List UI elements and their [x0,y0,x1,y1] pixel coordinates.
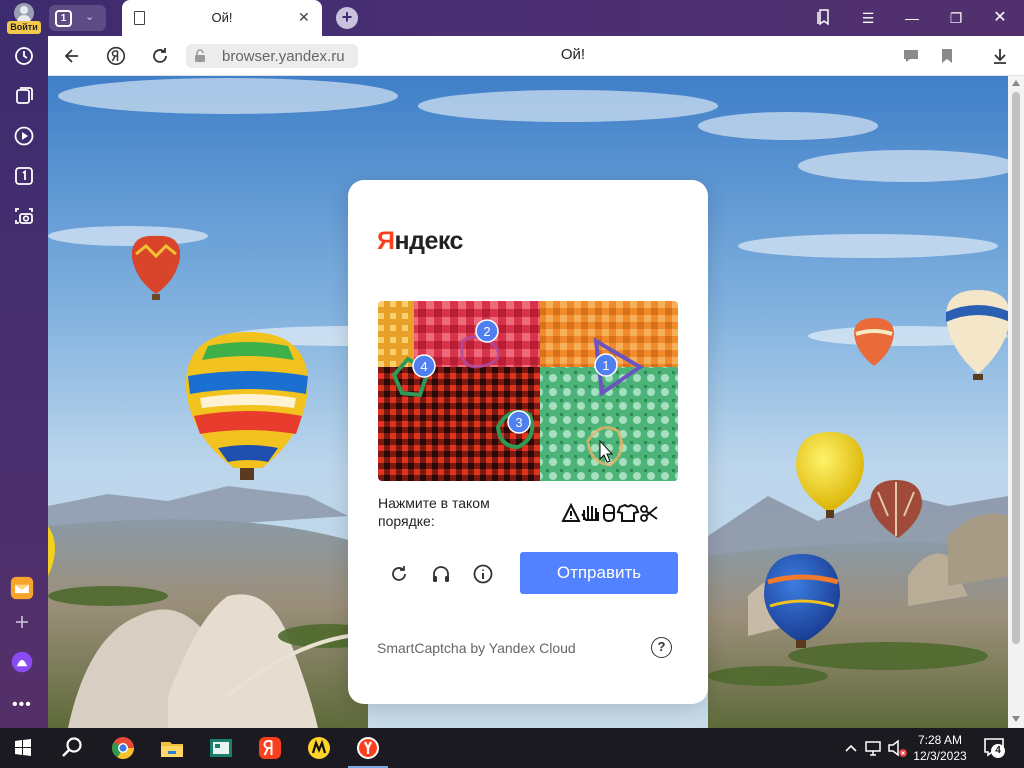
figure-icon [603,504,615,522]
close-window-icon[interactable]: ✕ [990,8,1010,28]
add-service-icon[interactable] [10,610,38,638]
warning-triangle-icon [561,502,581,522]
play-icon[interactable] [12,124,36,148]
chrome-icon[interactable] [108,733,138,763]
chevron-down-icon: ⌄ [85,11,95,23]
svg-text:1: 1 [602,358,609,373]
refresh-icon[interactable] [388,563,410,585]
taskbar: 7:28 AM 12/3/2023 4 [0,728,1024,768]
bookmarks-panel-icon[interactable] [814,8,834,28]
search-icon[interactable] [57,733,87,763]
yandex-market-icon[interactable] [304,733,334,763]
system-clock[interactable]: 7:28 AM 12/3/2023 [905,732,975,764]
captcha-image[interactable]: 1 2 3 4 [378,301,678,481]
marker-4[interactable]: 4 [412,354,436,378]
scroll-up-arrow[interactable] [1012,80,1020,86]
shirt-icon [616,503,640,522]
tab-active[interactable]: Ой! ✕ [122,0,322,36]
marker-2[interactable]: 2 [475,319,499,343]
login-button[interactable]: Войти [6,3,42,34]
alice-icon[interactable] [10,650,38,678]
yandex-browser-icon[interactable] [353,733,383,763]
login-label: Войти [7,21,41,34]
address-toolbar: browser.yandex.ru Ой! [48,36,1024,76]
yandex-app-icon[interactable] [255,733,285,763]
close-tab-icon[interactable]: ✕ [298,9,310,26]
more-icon[interactable]: ••• [12,696,36,720]
audio-headphones-icon[interactable] [430,563,452,585]
svg-text:3: 3 [515,415,522,430]
sidebar: ••• [0,36,48,728]
windows-start-icon[interactable] [8,733,38,763]
page-title: Ой! [560,46,586,63]
info-icon[interactable] [472,563,494,585]
svg-text:2: 2 [483,324,490,339]
collections-icon[interactable] [12,84,36,108]
notifications-button[interactable]: 4 [983,736,1005,758]
svg-text:4: 4 [420,359,427,374]
history-icon[interactable] [12,44,36,68]
tab-title: Ой! [211,10,233,25]
captcha-brand-text: SmartCaptcha by Yandex Cloud [377,640,576,656]
minimize-icon[interactable]: — [902,8,922,28]
show-hidden-icons-icon[interactable] [836,733,857,763]
comments-icon[interactable] [901,46,921,66]
lock-icon[interactable] [194,49,206,63]
back-icon[interactable] [62,46,82,66]
notification-count-badge: 4 [991,744,1005,758]
marker-3[interactable]: 3 [507,410,531,434]
document-icon [134,11,145,25]
restore-icon[interactable]: ❐ [946,8,966,28]
help-icon[interactable]: ? [651,637,672,658]
hand-icon [581,506,599,521]
bookmark-icon[interactable] [937,46,957,66]
scissors-icon [640,505,658,522]
url-text: browser.yandex.ru [222,48,345,65]
tab-count: 1 [55,10,72,27]
menu-icon[interactable]: ☰ [858,8,878,28]
scroll-thumb[interactable] [1012,92,1020,644]
file-explorer-icon[interactable] [157,733,187,763]
marker-1[interactable]: 1 [594,353,618,377]
avatar-icon [14,3,34,23]
image-viewer-icon[interactable] [206,733,236,763]
volume-muted-icon[interactable] [882,733,907,763]
address-bar[interactable]: browser.yandex.ru [186,44,358,68]
captcha-card: Яндекс 1 2 3 4 Нажмите в таком порядке: … [348,180,708,704]
clock-date: 12/3/2023 [913,749,967,763]
download-icon[interactable] [990,46,1010,66]
clock-time: 7:28 AM [917,733,963,747]
new-tab-button[interactable]: + [336,7,358,29]
order-icons [561,502,658,522]
scroll-down-arrow[interactable] [1012,716,1020,722]
reload-icon[interactable] [150,46,170,66]
yandex-home-icon[interactable] [106,46,126,66]
mail-icon[interactable] [10,576,38,604]
network-icon[interactable] [858,733,881,763]
screenshot-icon[interactable] [12,204,36,228]
tab-counter-icon[interactable] [12,164,36,188]
submit-button[interactable]: Отправить [520,552,678,594]
tabs-overview-button[interactable]: 1 ⌄ [49,5,106,31]
tab-bar: Войти 1 ⌄ Ой! ✕ + ☰ — ❐ ✕ [0,0,1024,36]
page-scrollbar[interactable] [1008,76,1024,728]
instruction-text: Нажмите в таком порядке: [378,495,490,529]
yandex-logo: Яндекс [377,227,463,255]
